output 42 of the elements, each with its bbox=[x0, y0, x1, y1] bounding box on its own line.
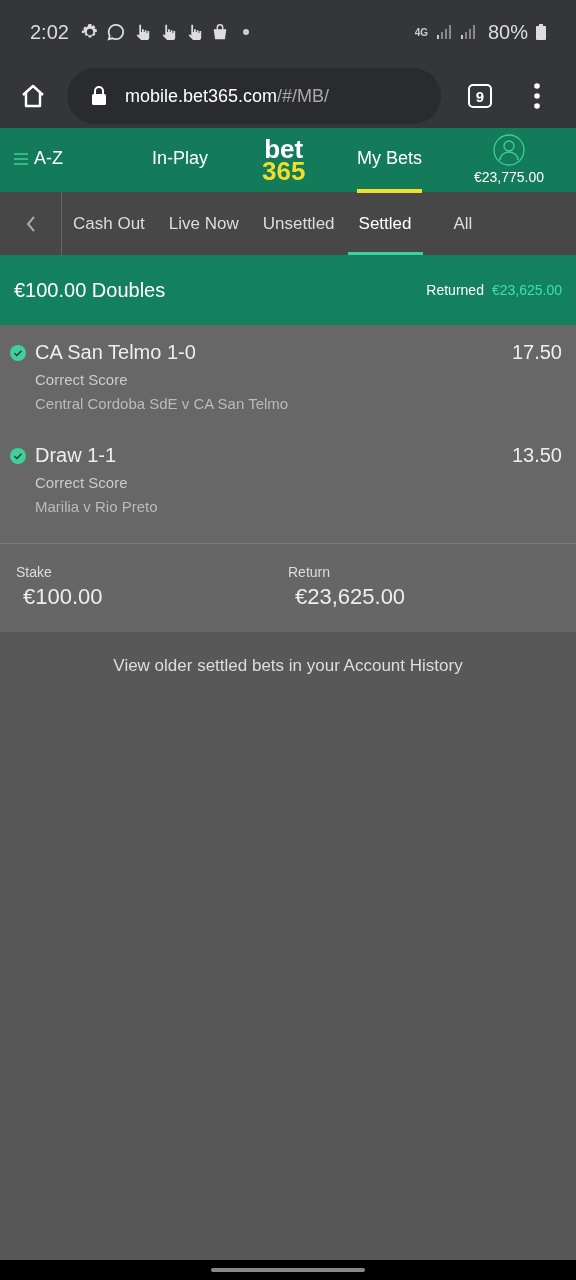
tab-count-button[interactable]: 9 bbox=[468, 84, 492, 108]
chat-bubble-icon bbox=[106, 23, 125, 41]
battery-percent: 80% bbox=[487, 20, 528, 44]
chevron-left-icon bbox=[25, 215, 36, 232]
status-time: 2:02 bbox=[30, 20, 69, 44]
return-label: Return bbox=[288, 564, 332, 580]
address-bar[interactable]: mobile.bet365.com/#/MB/ bbox=[67, 68, 441, 124]
returned-amount: €23,625.00 bbox=[491, 282, 562, 298]
market-name: Correct Score bbox=[35, 474, 129, 491]
nav-tab[interactable]: In-Play bbox=[152, 148, 209, 193]
account-history-link[interactable]: View older settled bets in your Account History bbox=[113, 656, 463, 676]
account-icon[interactable] bbox=[493, 134, 526, 166]
returned-label: Returned bbox=[426, 282, 484, 298]
network-label: 4G bbox=[414, 26, 428, 38]
filter-tab[interactable]: Unsettled bbox=[251, 192, 346, 255]
stake-amount: €100.00 bbox=[23, 584, 104, 610]
selection-odds: 17.50 bbox=[511, 341, 562, 364]
selection-name: CA San Telmo 1-0 bbox=[35, 341, 196, 364]
bet365-logo[interactable]: bet 365 bbox=[262, 138, 306, 182]
menu-icon bbox=[14, 152, 28, 165]
bet-title: €100.00 Doubles bbox=[14, 278, 166, 302]
selection-name: Draw 1-1 bbox=[35, 444, 117, 467]
return-amount: €23,625.00 bbox=[295, 584, 407, 610]
home-icon[interactable] bbox=[20, 83, 46, 109]
url-path: /#/MB/ bbox=[277, 85, 330, 107]
filter-tab[interactable]: Live Now bbox=[157, 192, 250, 255]
url-host: mobile.bet365.com bbox=[125, 85, 278, 107]
battery-icon bbox=[536, 24, 546, 40]
market-name: Correct Score bbox=[35, 371, 129, 388]
signal-icon bbox=[459, 24, 476, 40]
stake-label: Stake bbox=[16, 564, 53, 580]
signal-icon bbox=[435, 24, 452, 40]
lock-icon bbox=[91, 86, 107, 106]
filter-tab[interactable]: All bbox=[442, 192, 484, 255]
more-menu-icon[interactable] bbox=[534, 83, 540, 109]
event-name: Central Cordoba SdE v CA San Telmo bbox=[35, 395, 290, 412]
event-name: Marilia v Rio Preto bbox=[35, 498, 159, 515]
dot-icon bbox=[242, 29, 249, 35]
account-balance: €23,775.00 bbox=[474, 169, 545, 185]
a-z-menu-button[interactable]: A-Z bbox=[14, 148, 63, 169]
selection-odds: 13.50 bbox=[511, 444, 562, 467]
filter-tab[interactable]: Cash Out bbox=[62, 192, 156, 255]
